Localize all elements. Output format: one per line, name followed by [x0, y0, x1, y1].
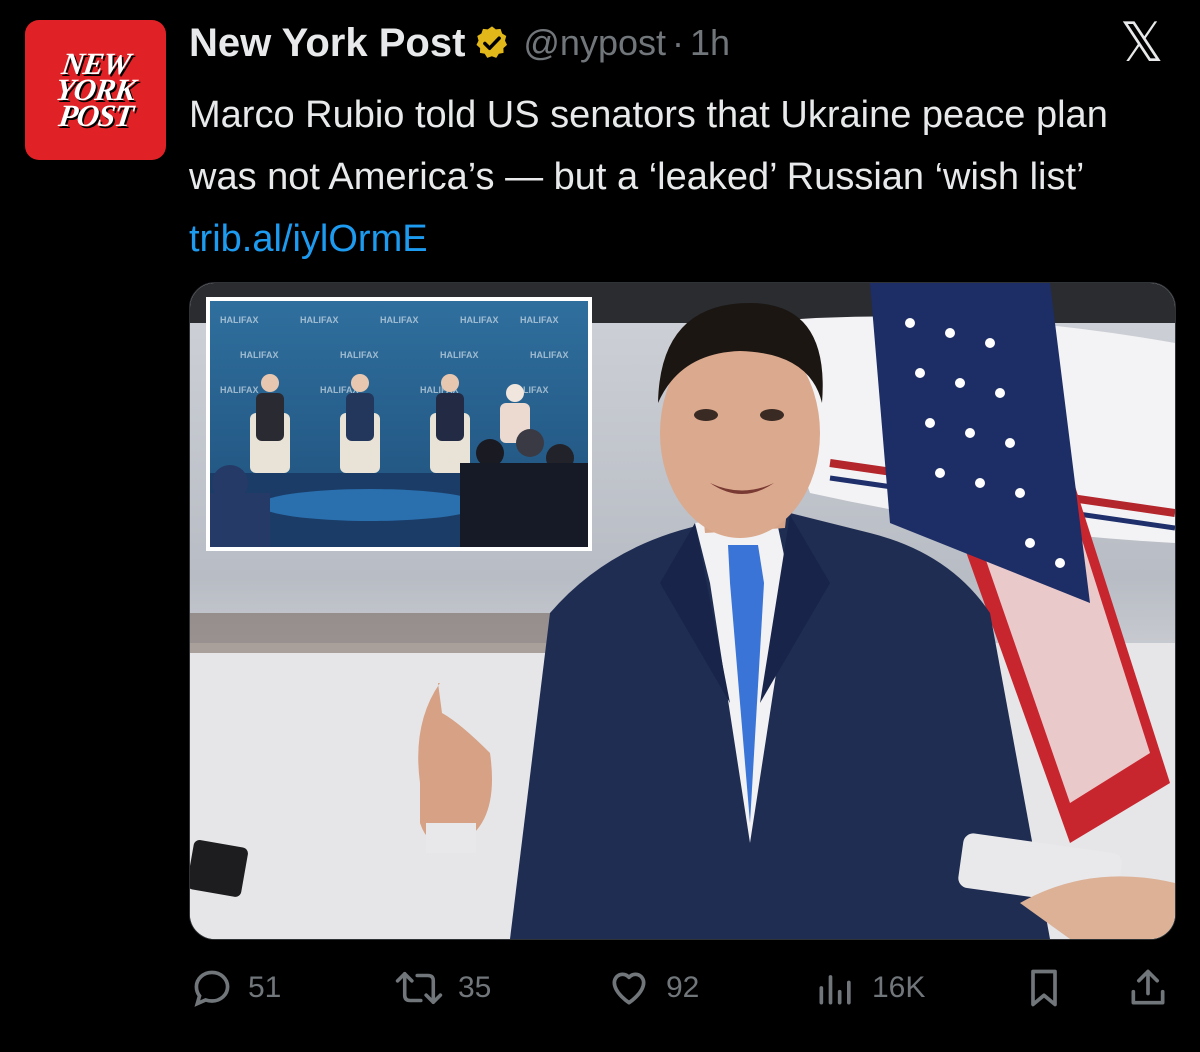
header-separator: ·: [672, 22, 685, 63]
views-button[interactable]: 16K: [814, 958, 925, 1018]
inset-banner-word: HALIFAX: [220, 385, 259, 395]
tweet-link[interactable]: trib.al/iylOrmE: [189, 218, 428, 260]
tweet-body: Marco Rubio told US senators that Ukrain…: [189, 84, 1149, 270]
inset-banner-word: HALIFAX: [440, 350, 479, 360]
tweet-actions: 51 35 92 16K: [0, 958, 1200, 1018]
author-display-name[interactable]: New York Post: [189, 21, 465, 66]
author-avatar[interactable]: NEW YORK POST: [25, 20, 166, 160]
repost-count: 35: [458, 971, 492, 1004]
reply-icon: [194, 970, 230, 1007]
inset-photo: HALIFAX HALIFAX HALIFAX HALIFAX HALIFAX …: [206, 297, 592, 551]
inset-banner-word: HALIFAX: [520, 315, 559, 325]
tweet-header: New York Post @nypost · 1h: [189, 18, 730, 68]
inset-banner-word: HALIFAX: [240, 350, 279, 360]
media-photo-illustration: HALIFAX HALIFAX HALIFAX HALIFAX HALIFAX …: [190, 283, 1175, 939]
inset-banner-word: HALIFAX: [380, 315, 419, 325]
repost-icon: [395, 971, 443, 1005]
avatar-logo-line-3: POST: [56, 98, 135, 133]
share-button[interactable]: [1126, 958, 1184, 1018]
views-count: 16K: [872, 971, 926, 1004]
reply-count: 51: [248, 971, 282, 1004]
reply-button[interactable]: 51: [190, 958, 281, 1018]
heart-icon: [612, 972, 646, 1005]
author-handle[interactable]: @nypost: [523, 22, 666, 64]
inset-banner-word: HALIFAX: [300, 315, 339, 325]
inset-banner-word: HALIFAX: [460, 315, 499, 325]
inset-banner-word: HALIFAX: [220, 315, 259, 325]
tweet-text: Marco Rubio told US senators that Ukrain…: [189, 94, 1108, 198]
inset-banner-word: HALIFAX: [340, 350, 379, 360]
x-logo-icon: 𝕏: [1120, 11, 1164, 74]
tweet-timestamp[interactable]: 1h: [690, 22, 730, 64]
verified-badge-icon: [476, 26, 508, 58]
views-chart-icon: [819, 975, 851, 1005]
like-count: 92: [666, 971, 700, 1004]
repost-button[interactable]: 35: [394, 958, 491, 1018]
inset-banner-word: HALIFAX: [530, 350, 569, 360]
tweet-media-image[interactable]: HALIFAX HALIFAX HALIFAX HALIFAX HALIFAX …: [189, 282, 1176, 940]
bookmark-button[interactable]: [1022, 958, 1080, 1018]
bookmark-icon: [1031, 969, 1057, 1007]
share-icon: [1131, 969, 1165, 1005]
like-button[interactable]: 92: [606, 958, 699, 1018]
